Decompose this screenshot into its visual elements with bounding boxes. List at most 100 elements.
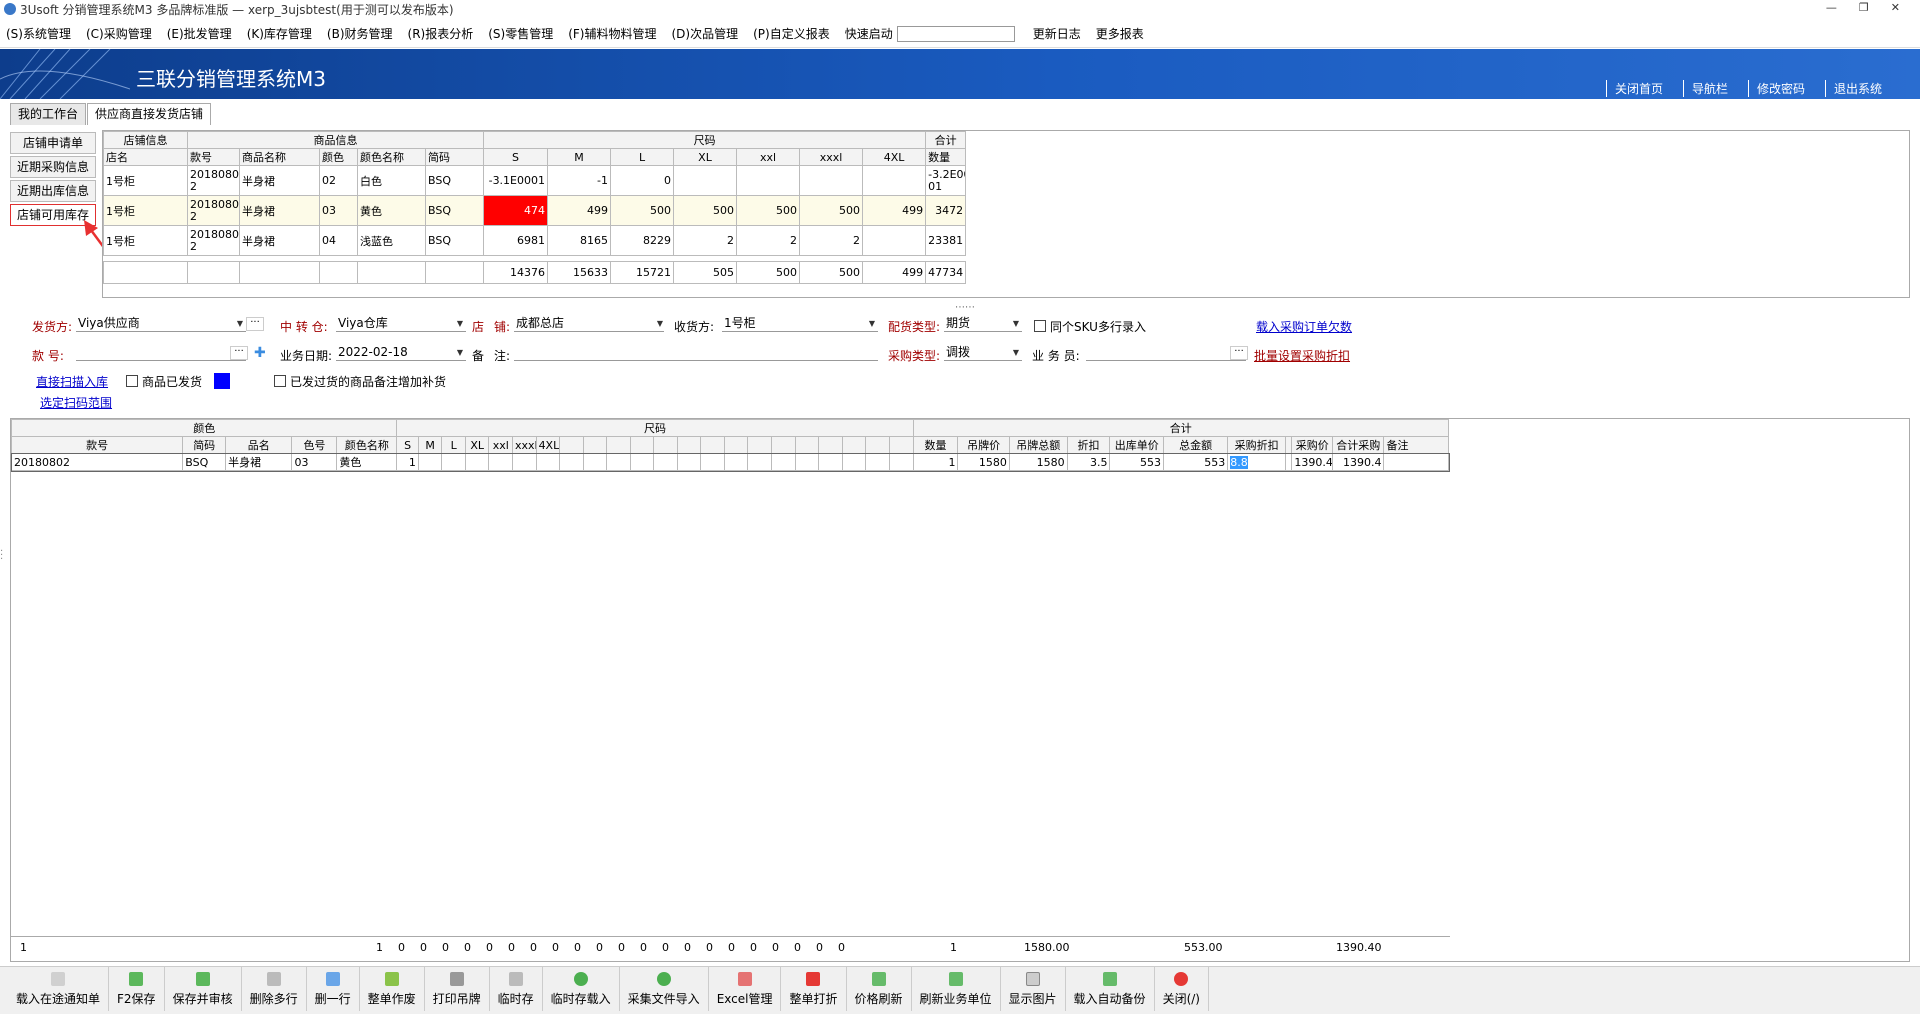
load-order-link[interactable]: 载入采购订单欠数 [1256,318,1352,335]
col-size-xl[interactable]: XL [673,148,738,166]
cell[interactable]: BSQ [424,225,485,256]
cell[interactable]: 白色 [357,165,426,196]
quick-start-input[interactable] [896,25,1015,42]
editing-value[interactable]: 8.8 [1230,455,1248,469]
tab-workbench[interactable]: 我的工作台 [10,103,87,125]
cell[interactable] [736,165,801,196]
col-size-4xl[interactable]: 4XL [862,148,927,166]
cell[interactable]: 1号柜 [103,225,188,256]
menu-retail[interactable]: (S)零售管理 [488,25,553,42]
menu-purchase[interactable]: (C)采购管理 [86,25,152,42]
logout-link[interactable]: 退出系统 [1824,80,1902,97]
col-amount[interactable]: 总金额 [1162,436,1229,454]
col-size-s[interactable]: S [396,436,419,454]
receiver-dropdown-icon[interactable]: ▼ [866,317,878,331]
cell[interactable] [441,453,466,471]
delete-row-button[interactable]: 删一行 [307,967,360,1011]
table-row[interactable]: 1号柜 2018080 2 半身裙 04 浅蓝色 BSQ 6981 8165 8… [103,225,967,256]
cell[interactable] [676,453,702,471]
cell[interactable] [700,453,725,471]
cell[interactable]: BSQ [424,195,485,226]
cell[interactable]: 20180802 [10,453,184,471]
cell[interactable]: 3.5 [1066,453,1111,471]
col-store-name[interactable]: 店名 [103,148,188,166]
tab-supplier-direct-ship[interactable]: 供应商直接发货店铺 [87,103,212,125]
menu-system[interactable]: (S)系统管理 [6,25,71,42]
cell[interactable] [464,453,490,471]
menu-defects[interactable]: (D)次品管理 [672,25,739,42]
cell[interactable]: 半身裙 [239,225,320,256]
navbar-link[interactable]: 导航栏 [1682,80,1748,97]
cell[interactable] [888,453,914,471]
cell[interactable]: 500 [673,195,738,226]
print-tag-button[interactable]: 打印吊牌 [425,967,490,1011]
load-transit-notice-button[interactable]: 载入在途通知单 [8,967,110,1011]
purchase-type-dropdown-icon[interactable]: ▼ [1010,346,1022,360]
col-size-xxxl[interactable]: xxxl [512,436,537,454]
restore-icon[interactable]: ❐ [1859,1,1869,14]
col-qty[interactable]: 数量 [912,436,959,454]
table-row[interactable]: 1号柜 2018080 2 半身裙 03 黄色 BSQ 474 499 500 … [103,195,967,226]
col-tag-price[interactable]: 吊牌价 [957,436,1010,454]
date-dropdown-icon[interactable]: ▼ [454,346,466,360]
col-out-price[interactable]: 出库单价 [1109,436,1164,454]
left-splitter-handle[interactable]: · · · [0,547,3,565]
cell[interactable] [841,453,867,471]
cell[interactable]: 1390.4 [1291,453,1334,471]
temp-save-button[interactable]: 临时存 [490,967,543,1011]
store-field[interactable]: 成都总店 [514,316,664,332]
style-field[interactable] [76,345,246,361]
col-short-code[interactable]: 简码 [182,436,227,454]
cell[interactable] [865,453,890,471]
sku-multi-checkbox[interactable] [1034,320,1046,332]
cell[interactable]: 半身裙 [239,195,320,226]
cell[interactable]: 黄色 [357,195,426,226]
cell[interactable] [862,225,927,256]
cell[interactable]: 3472 [925,195,967,226]
cell[interactable]: 6981 [483,225,549,256]
col-product-name[interactable]: 商品名称 [239,148,320,166]
cell[interactable]: 2018080 2 [187,195,240,226]
cell[interactable]: -1 [547,165,612,196]
col-size-xxl[interactable]: xxl [736,148,801,166]
scan-range-link[interactable]: 选定扫码范围 [40,394,112,411]
col-tag-total[interactable]: 吊牌总额 [1008,436,1068,454]
cell[interactable] [818,453,843,471]
cell[interactable]: 03 [291,453,338,471]
cell[interactable] [799,165,864,196]
col-size-l[interactable]: L [441,436,466,454]
cell[interactable]: 1号柜 [103,165,188,196]
cell[interactable]: 1580 [957,453,1010,471]
menu-reports[interactable]: (R)报表分析 [408,25,474,42]
cell[interactable] [417,453,443,471]
cell[interactable]: 23381 [925,225,967,256]
col-product-name[interactable]: 品名 [225,436,293,454]
cell[interactable]: -3.2E00 01 [925,165,967,196]
menu-more-reports[interactable]: 更多报表 [1096,25,1144,42]
col-color-name[interactable]: 颜色名称 [336,436,398,454]
show-images-button[interactable]: 显示图片 [1001,967,1066,1011]
col-discount[interactable]: 折扣 [1066,436,1111,454]
shipped-color-swatch[interactable] [214,373,230,389]
minimize-icon[interactable]: — [1826,1,1837,14]
cell[interactable]: 1 [912,453,959,471]
col-short-code[interactable]: 简码 [424,148,485,166]
import-file-button[interactable]: 采集文件导入 [620,967,709,1011]
shipper-field[interactable]: Viya供应商 [76,316,246,332]
cell[interactable]: 2018080 2 [187,165,240,196]
cell[interactable] [747,453,773,471]
void-button[interactable]: 整单作废 [360,967,425,1011]
biz-date-field[interactable]: 2022-02-18 [336,345,466,361]
table-row[interactable]: 20180802 BSQ 半身裙 03 黄色 1 1 1580 1580 3.5… [10,452,1450,472]
cell[interactable] [488,453,514,471]
cell[interactable] [606,453,631,471]
cell[interactable]: 499 [547,195,612,226]
batch-discount-link[interactable]: 批量设置采购折扣 [1254,347,1350,364]
excel-button[interactable]: Excel管理 [709,967,782,1011]
col-purchase-discount[interactable]: 采购折扣 [1227,436,1286,454]
splitter-handle[interactable]: ⋯⋯ [955,302,975,313]
style-browse-button[interactable]: ··· [230,346,248,360]
cell[interactable]: 500 [799,195,864,226]
menu-update-log[interactable]: 更新日志 [1033,25,1081,42]
col-color-no[interactable]: 色号 [291,436,338,454]
